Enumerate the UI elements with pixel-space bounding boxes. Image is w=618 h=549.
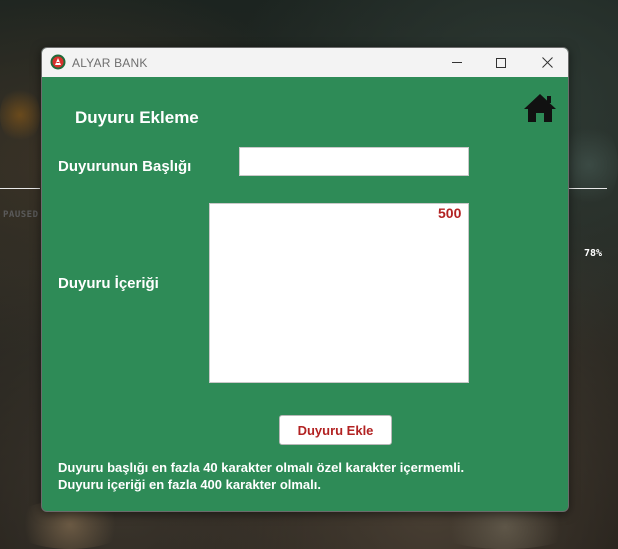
minimize-icon	[452, 62, 462, 63]
page-title: Duyuru Ekleme	[75, 108, 199, 127]
title-bar[interactable]: ALYAR BANK	[42, 48, 568, 77]
home-icon[interactable]	[522, 92, 558, 124]
background-paused-label: PAUSED	[3, 210, 39, 220]
minimize-button[interactable]	[434, 48, 480, 77]
content-rule-note: Duyuru içeriği en fazla 400 karakter olm…	[58, 477, 322, 492]
close-button[interactable]	[524, 48, 568, 77]
bank-logo-icon	[50, 54, 66, 70]
background-percent-label: 78%	[584, 248, 603, 259]
app-window: ALYAR BANK Duyuru Ekleme Duyurunun Başlı…	[41, 47, 569, 512]
content-textarea[interactable]	[209, 203, 469, 383]
maximize-button[interactable]	[478, 48, 524, 77]
content-label: Duyuru İçeriği	[58, 275, 159, 292]
close-icon	[541, 57, 553, 68]
char-remaining-counter: 500	[438, 205, 462, 221]
maximize-icon	[496, 57, 506, 68]
background-shape	[0, 85, 40, 145]
add-announcement-button[interactable]: Duyuru Ekle	[279, 415, 392, 445]
background-divider-line	[569, 188, 607, 189]
window-title: ALYAR BANK	[72, 56, 148, 70]
title-label: Duyurunun Başlığı	[58, 158, 192, 175]
background-divider-line	[0, 188, 40, 189]
form-panel: Duyuru Ekleme Duyurunun Başlığı Duyuru İ…	[42, 77, 568, 511]
title-input[interactable]	[239, 147, 469, 176]
title-rule-note: Duyuru başlığı en fazla 40 karakter olma…	[58, 460, 465, 475]
